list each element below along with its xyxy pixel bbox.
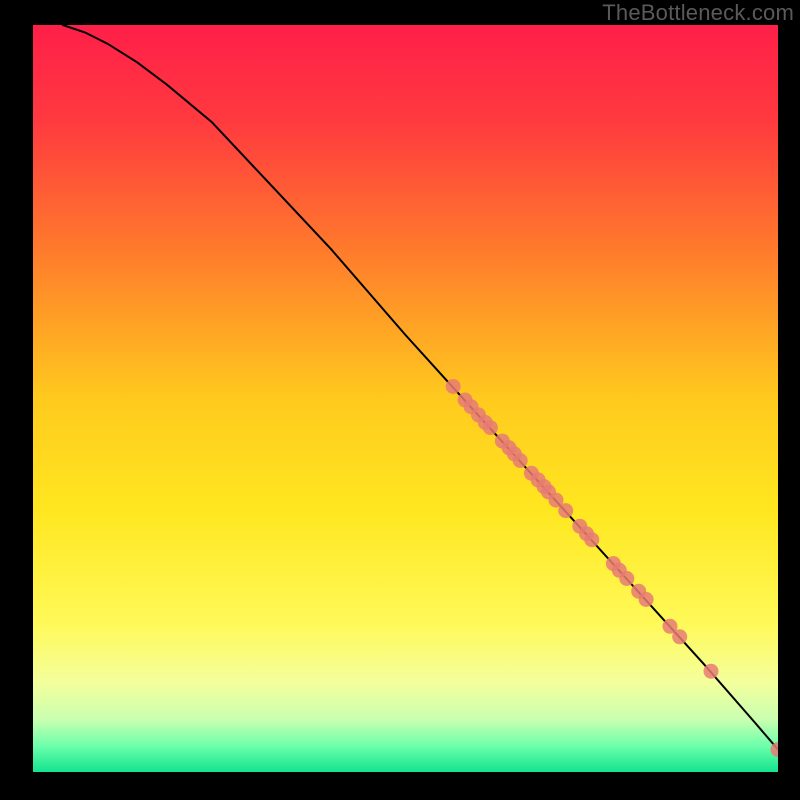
data-point	[483, 420, 498, 435]
gradient-background	[33, 25, 778, 772]
watermark-text: TheBottleneck.com	[602, 0, 794, 26]
data-point	[513, 453, 528, 468]
data-point	[584, 532, 599, 547]
data-point	[619, 571, 634, 586]
data-point	[704, 664, 719, 679]
data-point	[672, 629, 687, 644]
chart-frame: TheBottleneck.com	[0, 0, 800, 800]
data-point	[446, 379, 461, 394]
bottleneck-chart	[33, 25, 778, 772]
data-point	[639, 592, 654, 607]
data-point	[558, 503, 573, 518]
